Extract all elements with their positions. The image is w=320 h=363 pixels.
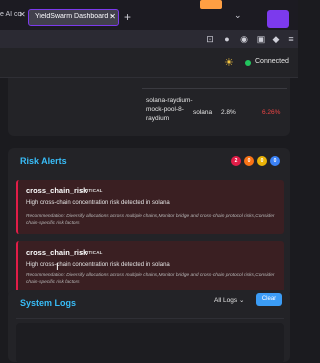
extension-icon[interactable]: ◆ <box>271 34 281 44</box>
tab-active[interactable]: YieldSwarm Dashboard - Adva ✕ <box>28 9 119 26</box>
alert-severity: CRITICAL <box>80 250 103 255</box>
logs-divider <box>16 318 284 319</box>
chevron-down-icon[interactable]: ⌄ <box>234 10 242 21</box>
risk-alerts-title: Risk Alerts <box>20 156 67 166</box>
logs-list <box>16 323 284 363</box>
clear-logs-button[interactable]: Clear <box>256 293 282 306</box>
connection-status: Connected <box>255 58 289 65</box>
alert-type: cross_chain_risk <box>26 186 88 195</box>
pool-name: solana-raydium-mock-pool-8-raydium <box>146 97 193 122</box>
alert-message: High cross-chain concentration risk dete… <box>26 262 170 268</box>
log-filter-select[interactable]: All Logs ⌄ <box>214 296 244 304</box>
sun-icon[interactable]: ☀ <box>224 56 234 69</box>
tab-close-icon[interactable]: ✕ <box>109 12 116 21</box>
tab-close-icon[interactable]: ✕ <box>19 11 26 19</box>
pool-change: 6.26% <box>262 109 281 116</box>
text-cursor-icon: I <box>56 262 59 273</box>
high-count-badge: 0 <box>244 156 254 166</box>
extension-icon[interactable]: ● <box>222 34 232 44</box>
tab-previous[interactable]: e AI co ✕ <box>0 11 28 25</box>
alert-recommendation: Recommendation: Diversify allocations ac… <box>26 273 275 285</box>
connection-status-dot <box>245 60 251 66</box>
browser-tab-bar: e AI co ✕ YieldSwarm Dashboard - Adva ✕ … <box>0 0 298 30</box>
app-header: ☀ <box>0 48 298 78</box>
menu-icon[interactable]: ≡ <box>286 34 296 44</box>
pool-network: solana <box>193 109 213 116</box>
alert-message: High cross-chain concentration risk dete… <box>26 200 170 206</box>
bookmark-icon[interactable]: ⊡ <box>205 34 215 44</box>
alert-item: cross_chain_risk CRITICAL High cross-cha… <box>16 180 284 234</box>
alert-type: cross_chain_risk <box>26 248 88 257</box>
browser-toolbar: ⊡ ● ◉ ▣ ◆ ≡ <box>0 30 298 48</box>
tab-active-title: YieldSwarm Dashboard - Adva <box>35 13 112 20</box>
plus-icon[interactable]: + <box>124 10 131 24</box>
alert-recommendation: Recommendation: Diversify allocations ac… <box>26 214 275 226</box>
system-logs-title: System Logs <box>20 298 77 308</box>
critical-count-badge: 2 <box>231 156 241 166</box>
extension-icon[interactable]: ◉ <box>239 34 249 44</box>
pool-apy: 2.8% <box>221 109 236 116</box>
table-row-divider <box>142 88 287 89</box>
low-count-badge: 0 <box>270 156 280 166</box>
alert-severity: CRITICAL <box>80 188 103 193</box>
medium-count-badge: 0 <box>257 156 267 166</box>
extension-icon[interactable]: ▣ <box>256 34 266 44</box>
log-filter-value: All Logs <box>214 297 238 304</box>
chevron-down-icon: ⌄ <box>238 297 245 304</box>
extension-badge[interactable] <box>267 10 289 28</box>
browser-indicator <box>200 0 222 9</box>
